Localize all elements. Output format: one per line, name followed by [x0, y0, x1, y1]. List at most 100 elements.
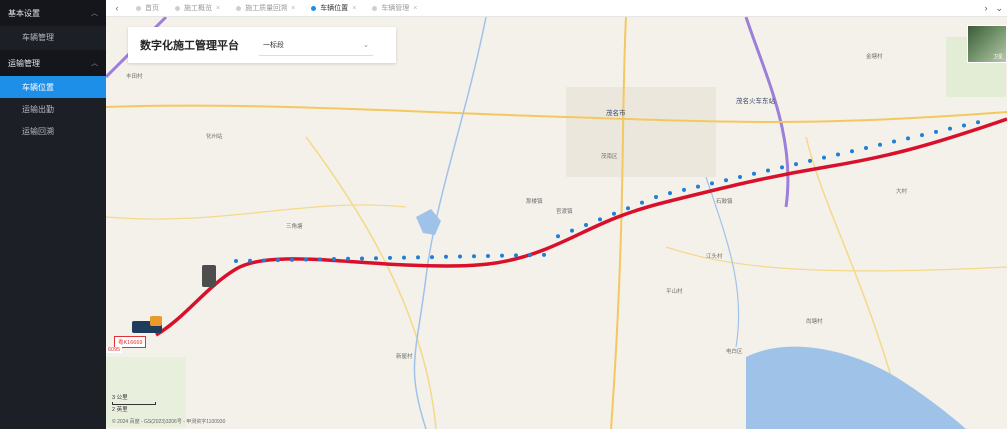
- route-waypoint: [444, 254, 448, 259]
- route-waypoint: [948, 126, 952, 131]
- sidebar-item-transport-attendance[interactable]: 运输出勤: [0, 98, 106, 120]
- sidebar-item-label: 车辆位置: [22, 82, 54, 92]
- route-waypoint: [570, 228, 574, 233]
- tab-home[interactable]: 首页: [128, 0, 167, 17]
- route-waypoint: [626, 206, 630, 211]
- sidebar-item-vehicle-management[interactable]: 车辆管理: [0, 26, 106, 48]
- satellite-toggle[interactable]: 卫星: [967, 25, 1007, 63]
- route-waypoint: [472, 254, 476, 259]
- green-area: [106, 357, 186, 427]
- close-icon[interactable]: ×: [291, 5, 295, 12]
- place-label: 新屋村: [396, 354, 413, 360]
- place-label: 茂南区: [601, 154, 618, 160]
- route-waypoint: [934, 129, 938, 134]
- map-view[interactable]: 茂名市 茂名火车东站 茂南区 化州站 那楼镇 石鼓镇 电白区 丰田村 江头村 三角塘 新屋村 尚塘村 官…: [106, 17, 1007, 429]
- place-label: 那楼镇: [526, 199, 543, 205]
- route-waypoint: [318, 257, 322, 262]
- route-waypoint: [668, 191, 672, 196]
- route-waypoint: [794, 162, 798, 167]
- header-card: 数字化施工管理平台 一标段 ⌄: [128, 27, 396, 63]
- close-icon[interactable]: ×: [352, 5, 356, 12]
- tab-construction-overview[interactable]: 施工概览 ×: [167, 0, 228, 17]
- route-waypoint: [612, 211, 616, 216]
- route-waypoint: [640, 200, 644, 205]
- route-waypoint: [346, 256, 350, 261]
- scale-km: 3 公里: [112, 395, 128, 401]
- place-label: 三角塘: [286, 224, 303, 230]
- urban-area: [566, 87, 716, 177]
- place-label: 官渡镇: [556, 209, 573, 215]
- menu-group-transport-management[interactable]: 运输管理 ︿: [0, 50, 106, 76]
- route-waypoint: [388, 255, 392, 260]
- tab-next-button[interactable]: ›: [984, 3, 987, 14]
- tab-label: 施工概览: [184, 5, 212, 12]
- route-waypoint: [248, 258, 252, 263]
- tab-prev-button[interactable]: ‹: [106, 3, 128, 13]
- chevron-up-icon: ︿: [91, 60, 98, 67]
- route-waypoint: [920, 133, 924, 138]
- route-waypoint: [430, 255, 434, 260]
- route-waypoint: [976, 120, 980, 125]
- tab-dot-icon: [311, 5, 317, 11]
- route-waypoint: [766, 168, 770, 173]
- route-waypoint: [836, 152, 840, 157]
- close-icon[interactable]: ×: [413, 5, 417, 12]
- place-label: 丰田村: [126, 74, 143, 80]
- place-label: 石鼓镇: [716, 199, 733, 205]
- place-label: 平山村: [666, 289, 683, 295]
- app-root: 基本设置 ︿ 车辆管理 运输管理 ︿ 车辆位置 运输出勤 运输回溯 ‹ 首页 施…: [0, 0, 1007, 429]
- route-waypoint: [598, 217, 602, 222]
- close-icon[interactable]: ×: [216, 5, 220, 12]
- machine-marker-icon[interactable]: [202, 265, 216, 287]
- map-scale: 3 公里 2 英里: [112, 393, 156, 413]
- route-waypoint: [486, 253, 490, 258]
- section-select[interactable]: 一标段 ⌄: [259, 34, 373, 56]
- vehicle-marker-icon[interactable]: [132, 316, 162, 333]
- route-waypoint: [514, 253, 518, 258]
- place-label: 大村: [896, 189, 908, 195]
- route-waypoint: [864, 146, 868, 150]
- place-label: 茂名火车东站: [736, 98, 775, 105]
- sidebar-item-vehicle-location[interactable]: 车辆位置: [0, 76, 106, 98]
- route-waypoint: [738, 174, 742, 179]
- route-waypoint: [402, 255, 406, 260]
- sidebar-item-label: 车辆管理: [22, 32, 54, 42]
- route-waypoint: [542, 252, 546, 257]
- sidebar-item-label: 运输出勤: [22, 104, 54, 114]
- tab-vehicle-management[interactable]: 车辆管理 ×: [364, 0, 425, 17]
- route-waypoint: [374, 256, 378, 261]
- tab-dot-icon: [372, 5, 378, 11]
- route-waypoint: [710, 181, 714, 186]
- chevron-up-icon: ︿: [91, 10, 98, 17]
- route-waypoint: [234, 259, 238, 263]
- chevron-down-icon: ⌄: [363, 41, 369, 49]
- page-title: 数字化施工管理平台: [140, 40, 239, 52]
- route-waypoint: [682, 187, 686, 192]
- route-waypoint: [304, 257, 308, 262]
- sidebar: 基本设置 ︿ 车辆管理 运输管理 ︿ 车辆位置 运输出勤 运输回溯: [0, 0, 106, 429]
- route-waypoint: [262, 258, 266, 263]
- tab-more-button[interactable]: ⌄: [995, 3, 1003, 14]
- major-road: [106, 104, 1007, 123]
- tab-quality-trace[interactable]: 施工质量回溯 ×: [228, 0, 303, 17]
- route-waypoint: [276, 258, 280, 263]
- tab-label: 车辆管理: [381, 5, 410, 12]
- route-waypoint: [822, 155, 826, 160]
- vehicle-id-label: 6095: [106, 347, 123, 353]
- tab-dot-icon: [236, 5, 242, 11]
- sidebar-item-transport-trace[interactable]: 运输回溯: [0, 120, 106, 142]
- major-road: [610, 17, 627, 429]
- place-label: 化州站: [206, 134, 223, 140]
- menu-group-label: 运输管理: [8, 58, 40, 68]
- route-waypoint: [780, 165, 784, 170]
- map-copyright: © 2024 百度 - GS(2023)3206号 - 甲测资字1100930: [112, 419, 226, 425]
- route-waypoint: [808, 158, 812, 163]
- route-waypoint: [458, 254, 462, 259]
- place-label: 茂名市: [606, 110, 626, 117]
- tab-label: 施工质量回溯: [245, 5, 288, 12]
- tab-vehicle-location[interactable]: 车辆位置 ×: [303, 0, 364, 17]
- satellite-toggle-label: 卫星: [992, 54, 1003, 60]
- tab-bar: ‹ 首页 施工概览 × 施工质量回溯 × 车辆位置 × 车辆管理 × › ⌄: [106, 0, 1007, 17]
- menu-group-basic-settings[interactable]: 基本设置 ︿: [0, 0, 106, 26]
- tab-dot-icon: [136, 5, 141, 11]
